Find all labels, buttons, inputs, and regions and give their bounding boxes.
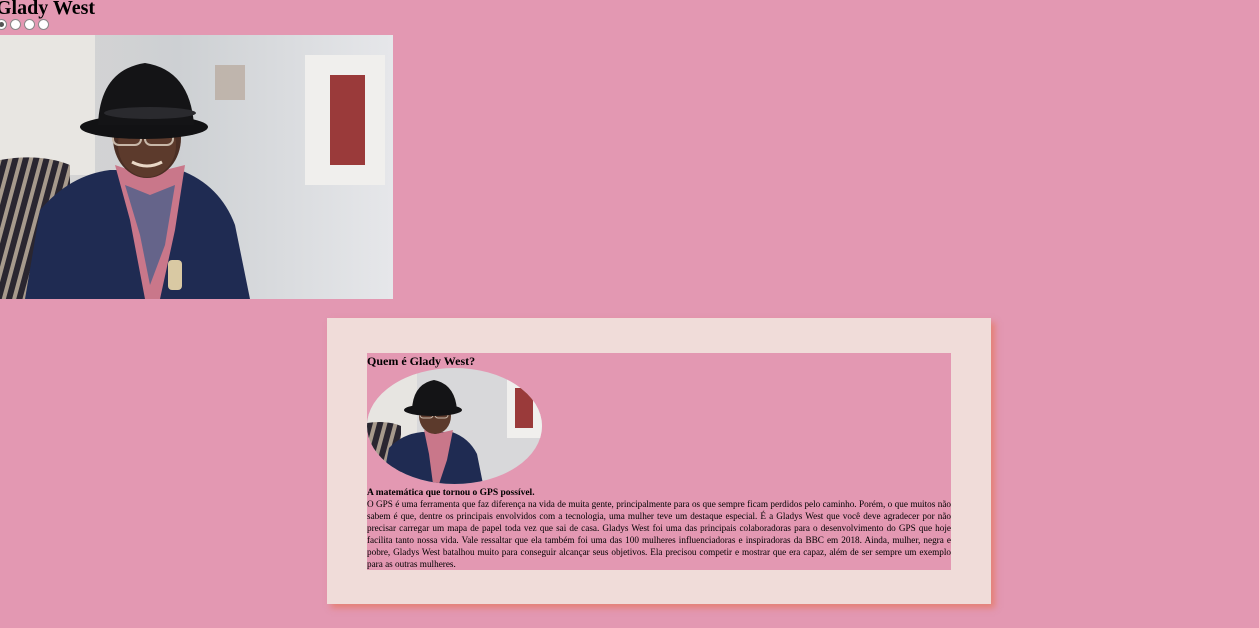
card-body-text: O GPS é uma ferramenta que faz diferença… <box>367 499 951 569</box>
carousel-dot-4[interactable] <box>38 19 49 30</box>
page-title: Glady West <box>0 0 96 19</box>
carousel-dot-1[interactable] <box>0 19 7 30</box>
hero-photo <box>0 35 393 299</box>
oval-portrait-photo <box>367 368 542 484</box>
card-heading: Quem é Glady West? <box>367 354 476 368</box>
carousel-indicators <box>0 19 49 33</box>
info-card: Quem é Glady West? A matemática que torn… <box>327 318 991 604</box>
carousel-dot-3[interactable] <box>24 19 35 30</box>
info-card-content: Quem é Glady West? A matemática que torn… <box>367 353 951 570</box>
carousel-dot-2[interactable] <box>10 19 21 30</box>
